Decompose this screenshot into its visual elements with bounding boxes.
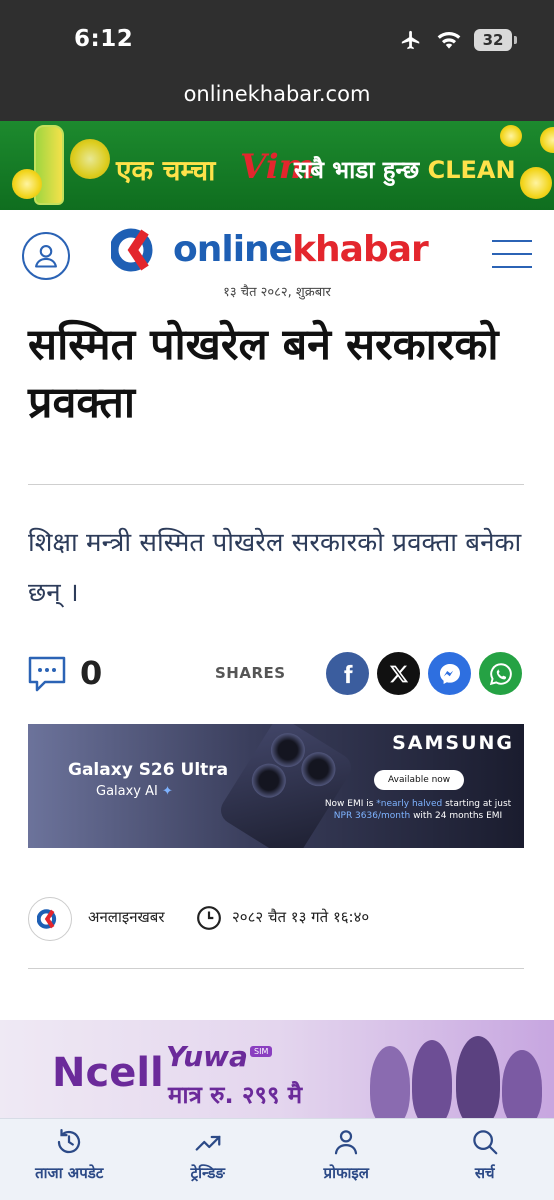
logo-wordmark: onlinekhabar: [173, 229, 429, 270]
comment-count: 0: [80, 654, 103, 692]
ad-person-image: [502, 1050, 542, 1118]
article-meta: अनलाइनखबर २०८२ चैत १३ गते १६:४०: [28, 897, 524, 943]
nav-label: प्रोफाइल: [323, 1164, 369, 1182]
ad-decoration: [70, 139, 110, 179]
hamburger-line: [492, 253, 532, 255]
ad-banner-vim[interactable]: एक चम्चा Vim सबै भाडा हुन्छ CLEAN: [0, 121, 554, 210]
comment-icon[interactable]: [28, 656, 66, 696]
ad-decoration: [540, 127, 554, 153]
browser-chrome: 6:12 32 onlinekhabar.com: [0, 0, 554, 121]
ad-model-name: Galaxy S26 Ultra: [68, 760, 229, 780]
author-name[interactable]: अनलाइनखबर: [88, 907, 165, 927]
airplane-mode-icon: [401, 30, 420, 50]
share-facebook-button[interactable]: [326, 652, 369, 695]
hamburger-line: [492, 266, 532, 268]
user-icon: [35, 245, 57, 268]
whatsapp-icon: [489, 662, 512, 685]
profile-icon: [335, 1130, 358, 1155]
ad-emi-text: Now EMI is *nearly halved starting at ju…: [324, 799, 512, 821]
hamburger-line: [492, 240, 532, 242]
ad-ai-label: Galaxy AI ✦: [96, 784, 173, 799]
divider: [28, 484, 524, 485]
nav-label: ट्रेन्डिङ: [190, 1164, 225, 1182]
ad-person-image: [456, 1036, 500, 1118]
site-header: onlinekhabar १३ चैत २०८२, शुक्रबार: [0, 210, 554, 310]
header-date: १३ चैत २०८२, शुक्रबार: [223, 285, 331, 300]
ad-text: एक चम्चा: [116, 154, 216, 187]
ad-decoration: [520, 167, 552, 199]
site-logo[interactable]: onlinekhabar: [111, 228, 429, 272]
share-bar: 0 SHARES: [28, 652, 524, 698]
clock-refresh-icon: [58, 1129, 81, 1154]
facebook-icon: [343, 664, 353, 683]
nav-label: ताजा अपडेट: [35, 1164, 104, 1182]
ad-sim-badge: SIM: [250, 1046, 273, 1057]
bottom-navigation: ताजा अपडेट ट्रेन्डिङ प्रोफाइल सर्च: [0, 1118, 554, 1200]
ad-cta-button[interactable]: Available now: [374, 770, 465, 790]
share-whatsapp-button[interactable]: [479, 652, 522, 695]
article-headline: सस्मित पोखरेल बने सरकारको प्रवक्ता: [28, 320, 499, 428]
ad-person-image: [370, 1046, 410, 1118]
author-avatar[interactable]: [28, 897, 72, 941]
ad-text: सबै भाडा हुन्छ CLEAN: [294, 156, 516, 184]
logo-ok-mark: [111, 228, 153, 272]
ad-phone-image: [215, 724, 357, 848]
wifi-icon: [437, 32, 461, 49]
share-x-button[interactable]: [377, 652, 420, 695]
nav-profile[interactable]: प्रोफाइल: [277, 1119, 416, 1200]
search-icon: [473, 1130, 498, 1155]
ad-decoration: [500, 125, 522, 147]
account-button[interactable]: [22, 232, 70, 280]
status-icons: 32: [398, 26, 517, 54]
published-time: २०८२ चैत १३ गते १६:४०: [232, 908, 370, 926]
address-bar[interactable]: onlinekhabar.com: [0, 82, 554, 106]
nav-label: सर्च: [474, 1164, 495, 1182]
trending-icon: [195, 1135, 221, 1151]
nav-search[interactable]: सर्च: [416, 1119, 554, 1200]
divider: [28, 968, 524, 969]
ad-banner-samsung[interactable]: Galaxy S26 Ultra Galaxy AI ✦ SAMSUNG Ava…: [28, 724, 524, 848]
ad-brand: Ncell: [52, 1050, 164, 1096]
menu-button[interactable]: [492, 240, 532, 268]
shares-label: SHARES: [215, 664, 286, 682]
ad-brand: SAMSUNG: [392, 732, 514, 754]
ad-person-image: [412, 1040, 452, 1118]
nav-latest-updates[interactable]: ताजा अपडेट: [0, 1119, 139, 1200]
nav-trending[interactable]: ट्रेन्डिङ: [139, 1119, 278, 1200]
status-time: 6:12: [74, 26, 134, 52]
logo-ok-mark: [37, 909, 57, 929]
share-messenger-button[interactable]: [428, 652, 471, 695]
ad-banner-ncell[interactable]: Ncell Yuwa SIM मात्र रु. २९९ मै: [0, 1020, 554, 1118]
messenger-icon: [439, 663, 460, 684]
x-icon: [389, 665, 408, 682]
ad-price: मात्र रु. २९९ मै: [168, 1081, 303, 1109]
ad-decoration: [12, 169, 42, 199]
ad-product-name: Yuwa: [166, 1040, 248, 1073]
battery-indicator: 32: [474, 29, 517, 51]
clock-icon: [196, 905, 222, 935]
article-summary: शिक्षा मन्त्री सस्मित पोखरेल सरकारको प्र…: [28, 528, 522, 608]
